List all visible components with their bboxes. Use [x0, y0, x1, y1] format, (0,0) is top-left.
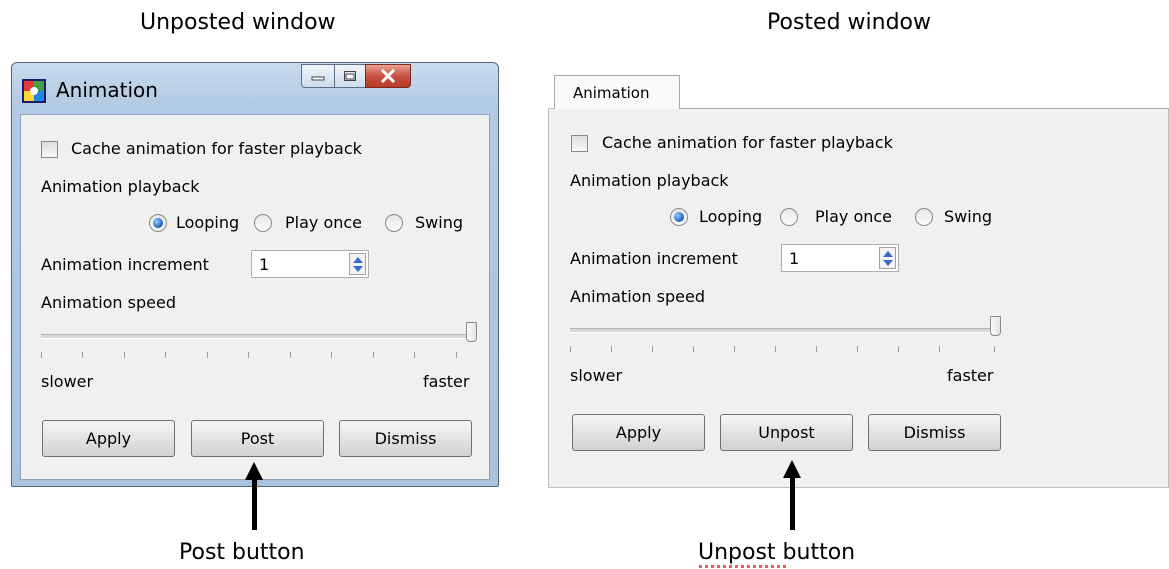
tab-animation[interactable]: Animation	[554, 75, 680, 109]
title-bar[interactable]: Animation	[12, 63, 498, 113]
swing-radio[interactable]	[915, 208, 933, 226]
maximize-icon	[344, 71, 356, 81]
spin-down-icon	[353, 266, 363, 272]
apply-button[interactable]: Apply	[42, 420, 175, 457]
cache-animation-label: Cache animation for faster playback	[71, 139, 362, 158]
slower-label: slower	[570, 366, 623, 385]
spin-down-icon	[883, 260, 893, 266]
animation-increment-label: Animation increment	[41, 255, 209, 274]
faster-label: faster	[423, 372, 470, 391]
looping-radio-label: Looping	[176, 213, 240, 232]
dismiss-button[interactable]: Dismiss	[868, 414, 1001, 451]
play-once-radio[interactable]	[254, 214, 272, 232]
looping-radio-label: Looping	[699, 207, 763, 226]
posted-animation-panel: Cache animation for faster playback Anim…	[548, 108, 1169, 488]
unposted-animation-window: Animation Cache animation for faster pla…	[11, 62, 499, 487]
slider-thumb[interactable]	[990, 316, 1001, 336]
play-once-radio-label: Play once	[815, 207, 893, 226]
app-icon	[22, 79, 46, 103]
cache-animation-checkbox[interactable]	[571, 135, 588, 152]
animation-increment-label: Animation increment	[570, 249, 738, 268]
unpost-button[interactable]: Unpost	[720, 414, 853, 451]
spellcheck-underline	[699, 565, 789, 568]
spin-arrows[interactable]	[879, 247, 896, 269]
play-once-radio[interactable]	[780, 208, 798, 226]
close-button[interactable]	[365, 64, 411, 88]
play-once-radio-label: Play once	[285, 213, 363, 232]
window-title: Animation	[56, 78, 158, 102]
looping-radio[interactable]	[149, 214, 167, 232]
animation-playback-label: Animation playback	[570, 171, 729, 190]
slider-thumb[interactable]	[466, 322, 477, 342]
swing-radio[interactable]	[385, 214, 403, 232]
post-button[interactable]: Post	[191, 420, 324, 457]
tab-animation-label: Animation	[573, 84, 650, 102]
apply-button[interactable]: Apply	[572, 414, 705, 451]
posted-window-caption: Posted window	[767, 10, 931, 35]
slower-label: slower	[41, 372, 94, 391]
minimize-button[interactable]	[301, 64, 335, 88]
increment-value: 1	[789, 249, 800, 268]
slider-track	[570, 328, 1000, 333]
minimize-icon	[311, 76, 325, 81]
maximize-button[interactable]	[334, 64, 366, 88]
cache-animation-checkbox[interactable]	[41, 141, 58, 158]
looping-radio[interactable]	[670, 208, 688, 226]
animation-form: Cache animation for faster playback Anim…	[20, 114, 490, 480]
spin-arrows[interactable]	[349, 253, 366, 275]
swing-radio-label: Swing	[415, 213, 463, 232]
unpost-button-caption: Unpost button	[698, 540, 856, 565]
unposted-window-caption: Unposted window	[140, 10, 336, 35]
dismiss-button[interactable]: Dismiss	[339, 420, 472, 457]
slider-track	[41, 334, 476, 339]
animation-speed-label: Animation speed	[570, 287, 705, 306]
animation-increment-spinbox[interactable]: 1	[781, 244, 899, 272]
close-icon	[380, 69, 396, 83]
animation-speed-label: Animation speed	[41, 293, 176, 312]
increment-value: 1	[259, 255, 270, 274]
swing-radio-label: Swing	[944, 207, 992, 226]
tab-strip-line	[680, 108, 1169, 109]
cache-animation-label: Cache animation for faster playback	[602, 133, 893, 152]
faster-label: faster	[947, 366, 994, 385]
spin-up-icon	[883, 251, 893, 257]
animation-playback-label: Animation playback	[41, 177, 200, 196]
post-button-caption: Post button	[179, 540, 305, 565]
animation-increment-spinbox[interactable]: 1	[251, 250, 369, 278]
spin-up-icon	[353, 257, 363, 263]
